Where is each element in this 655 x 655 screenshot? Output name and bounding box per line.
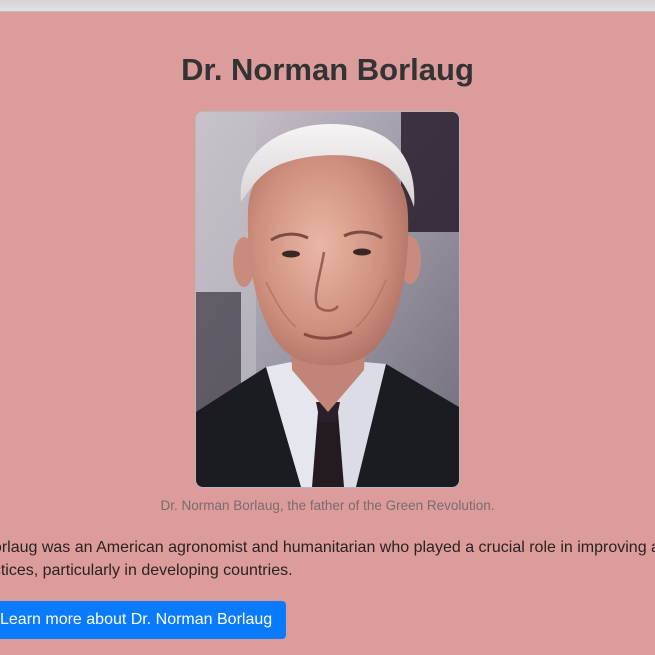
page-title: Dr. Norman Borlaug (181, 52, 474, 87)
browser-top-edge (0, 0, 655, 12)
portrait-caption: Dr. Norman Borlaug, the father of the Gr… (160, 498, 495, 513)
page-content: Dr. Norman Borlaug Dr. Norman Borlaug, t… (0, 12, 655, 655)
bio-line-2: agricultural practices, particularly in … (0, 562, 293, 579)
bio-line-1: Dr. Norman Borlaug was an American agron… (0, 539, 655, 556)
portrait-photo (196, 112, 459, 487)
bio-paragraph: Dr. Norman Borlaug was an American agron… (0, 536, 655, 582)
portrait-image (195, 111, 460, 488)
learn-more-button[interactable]: Learn more about Dr. Norman Borlaug (0, 601, 287, 639)
